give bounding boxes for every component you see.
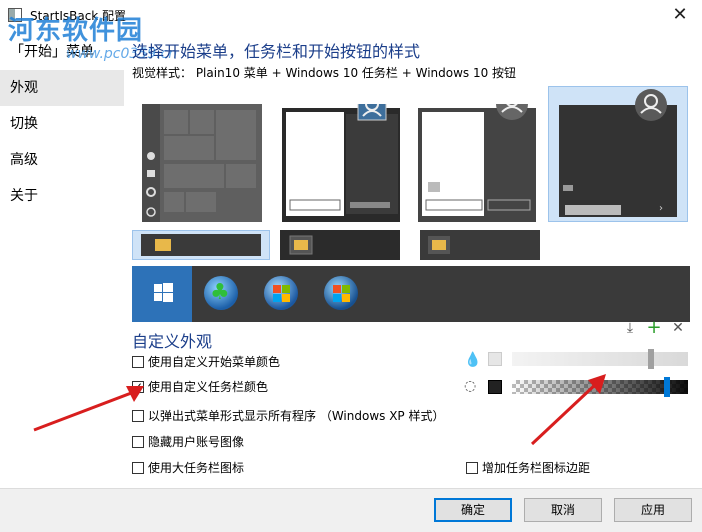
orb-vista[interactable] <box>312 266 372 322</box>
menu-style-plain10-dark-preview: › <box>559 89 677 217</box>
start-button-styles: ♣ <box>132 266 690 322</box>
windows10-logo-icon <box>154 283 173 302</box>
taskbar-style-3-preview <box>420 230 540 260</box>
clover-icon: ♣ <box>210 280 230 305</box>
taskbar-style-1-preview <box>141 234 261 256</box>
annotation-arrow-left <box>33 386 144 432</box>
taskbar-opacity-thumb[interactable] <box>664 377 670 397</box>
plus-icon[interactable]: + <box>646 319 662 337</box>
section-title: 选择开始菜单，任务栏和开始按钮的样式 <box>132 42 421 61</box>
sidebar-item-switch[interactable]: 切换 <box>0 106 124 142</box>
checkbox[interactable] <box>132 436 144 448</box>
download-icon[interactable]: ⤓ <box>622 320 638 336</box>
ok-button[interactable]: 确定 <box>434 498 512 522</box>
orb-windows7[interactable] <box>252 266 312 322</box>
taskbar-style-3[interactable] <box>420 230 540 260</box>
orb-windows10[interactable] <box>132 266 192 322</box>
windows7-flag-icon <box>273 285 290 302</box>
menu-style-plain10-light[interactable] <box>416 88 544 222</box>
option-label: 隐藏用户账号图像 <box>148 435 245 449</box>
sidebar-item-appearance[interactable]: 外观 <box>0 70 124 106</box>
option-large-taskbar-icons[interactable]: 使用大任务栏图标 <box>132 460 244 478</box>
checkbox[interactable] <box>132 356 144 368</box>
option-label: 增加任务栏图标边距 <box>482 461 591 475</box>
taskbar-style-2-preview <box>280 230 400 260</box>
orb-clover[interactable]: ♣ <box>192 266 252 322</box>
menu-opacity-slider[interactable] <box>512 352 688 366</box>
menu-style-plain10-dark[interactable]: › <box>548 86 688 222</box>
checkbox[interactable] <box>466 462 478 474</box>
option-label: 使用自定义开始菜单颜色 <box>148 355 281 369</box>
cancel-button[interactable]: 取消 <box>524 498 602 522</box>
close-window-button[interactable]: ✕ <box>668 4 692 26</box>
menu-style-plain8-preview <box>282 93 400 222</box>
close-icon[interactable]: ✕ <box>670 320 686 336</box>
option-hide-user-picture[interactable]: 隐藏用户账号图像 <box>132 434 244 452</box>
menu-opacity-thumb[interactable] <box>648 349 654 369</box>
customize-title: 自定义外观 <box>132 332 213 351</box>
option-label: 以弹出式菜单形式显示所有程序 （Windows XP 样式） <box>148 409 445 423</box>
option-increase-icon-margin[interactable]: 增加任务栏图标边距 <box>466 460 590 478</box>
taskbar-style-1[interactable] <box>132 230 270 260</box>
option-custom-menu-color[interactable]: 使用自定义开始菜单颜色 <box>132 354 280 372</box>
svg-text:›: › <box>659 203 663 214</box>
option-label: 使用大任务栏图标 <box>148 461 245 475</box>
menu-style-plain8[interactable] <box>280 93 408 222</box>
option-label: 使用自定义任务栏颜色 <box>148 380 269 394</box>
menu-style-plain10-light-preview <box>418 88 536 222</box>
sidebar-item-about[interactable]: 关于 <box>0 178 124 214</box>
checkbox[interactable] <box>132 462 144 474</box>
apply-button[interactable]: 应用 <box>614 498 692 522</box>
menu-color-swatch[interactable] <box>488 352 502 366</box>
menu-style-windows10-preview <box>142 104 262 222</box>
option-custom-taskbar-color[interactable]: 使用自定义任务栏颜色 <box>132 379 268 397</box>
taskbar-style-2[interactable] <box>280 230 400 260</box>
drop-filled-icon: 💧 <box>464 352 482 368</box>
option-popup-all-programs[interactable]: 以弹出式菜单形式显示所有程序 （Windows XP 样式） <box>132 408 444 426</box>
watermark-logo: 河东软件园 <box>8 16 144 46</box>
annotation-arrow-right <box>530 374 606 446</box>
vista-flag-icon <box>333 285 350 302</box>
drop-outline-icon: ◌ <box>464 378 477 394</box>
visual-style-text: 视觉样式： Plain10 菜单 + Windows 10 任务栏 + Wind… <box>132 66 517 80</box>
menu-style-windows10[interactable] <box>142 104 270 222</box>
taskbar-color-swatch[interactable] <box>488 380 502 394</box>
sidebar-item-advanced[interactable]: 高级 <box>0 142 124 178</box>
